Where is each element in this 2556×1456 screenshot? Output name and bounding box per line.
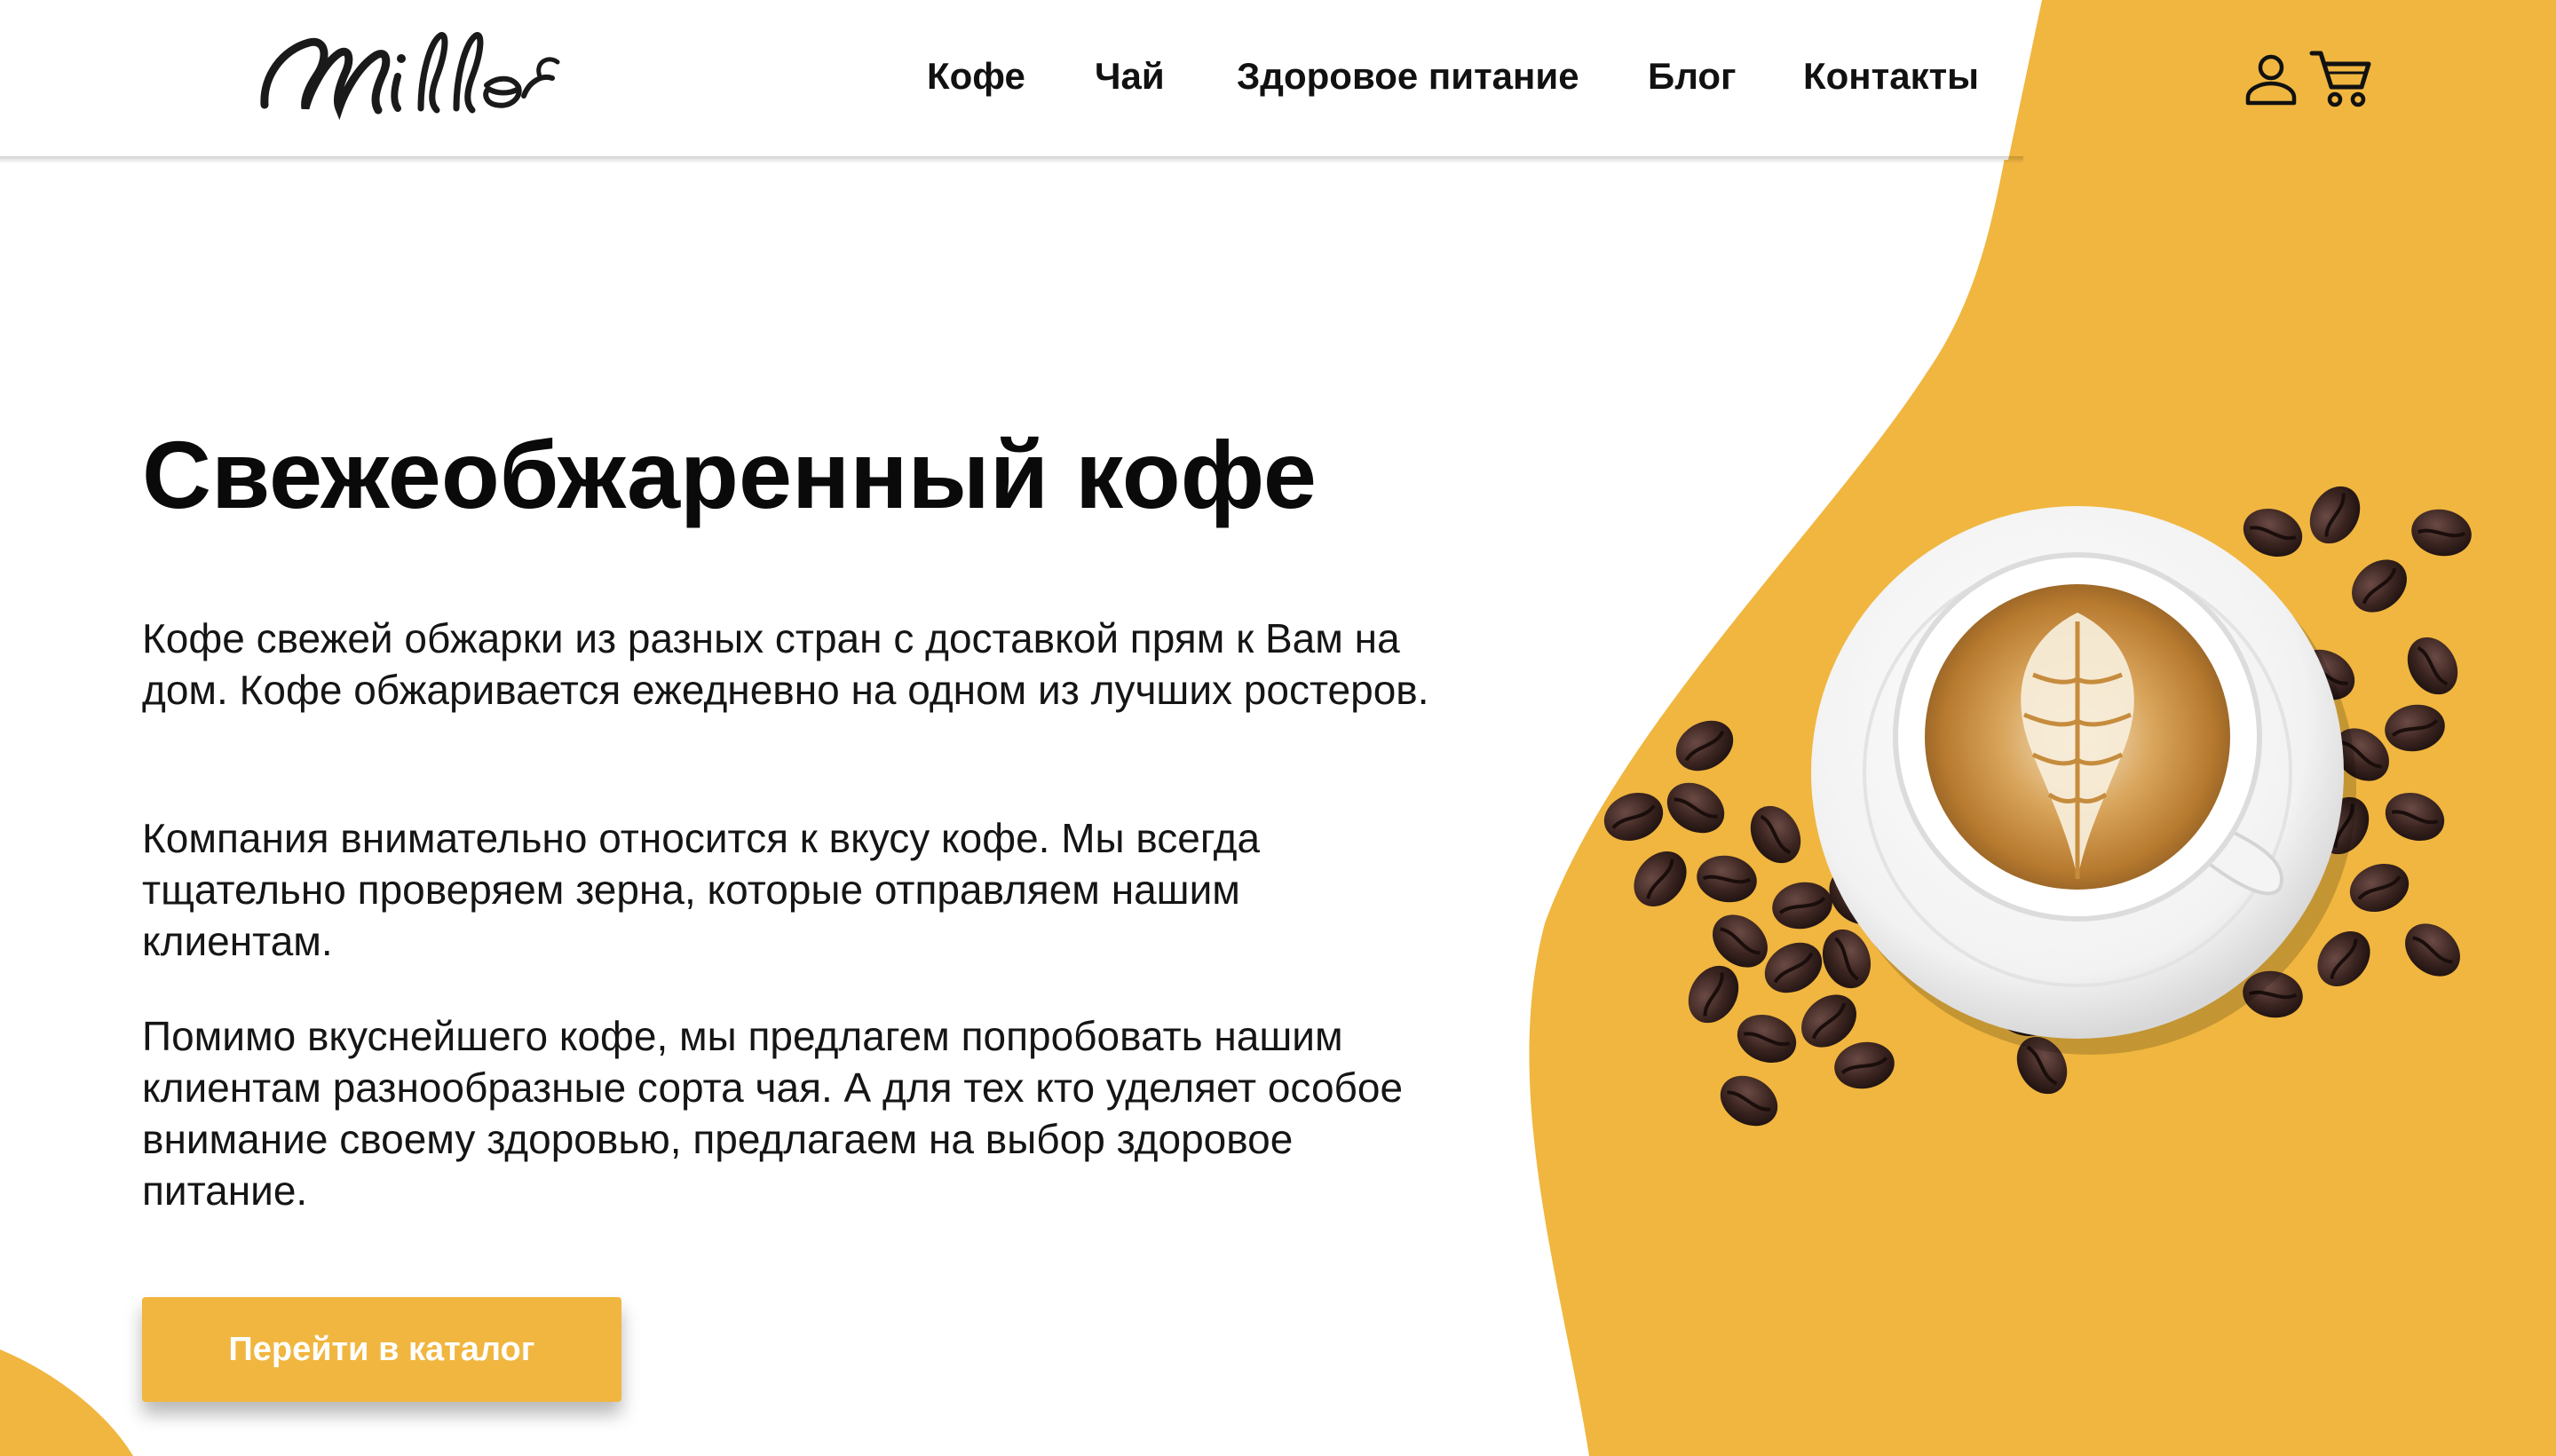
cart-icon[interactable] — [2308, 46, 2374, 112]
user-icon[interactable] — [2243, 51, 2299, 108]
coffee-cup-image — [1595, 475, 2477, 1138]
hero-paragraph-3: Помимо вкуснейшего кофе, мы предлагем по… — [142, 1013, 1404, 1214]
nav-item-blog[interactable]: Блог — [1648, 55, 1736, 98]
nav-item-contacts[interactable]: Контакты — [1803, 55, 1979, 98]
catalog-button[interactable]: Перейти в каталог — [142, 1297, 621, 1402]
hero-paragraph-1: Кофе свежей обжарки из разных стран с до… — [142, 615, 1429, 713]
site-header: Кофе Чай Здоровое питание Блог Контакты — [0, 0, 2556, 163]
hero-paragraph-2: Компания внимательно относится к вкусу к… — [142, 815, 1261, 964]
nav-item-coffee[interactable]: Кофе — [927, 55, 1025, 98]
nav-item-tea[interactable]: Чай — [1095, 55, 1165, 98]
nav-item-healthy-food[interactable]: Здоровое питание — [1237, 55, 1579, 98]
hero-title: Свежеобжаренный кофе — [142, 421, 1317, 528]
header-shadow — [0, 156, 2023, 163]
logo[interactable] — [247, 23, 566, 130]
